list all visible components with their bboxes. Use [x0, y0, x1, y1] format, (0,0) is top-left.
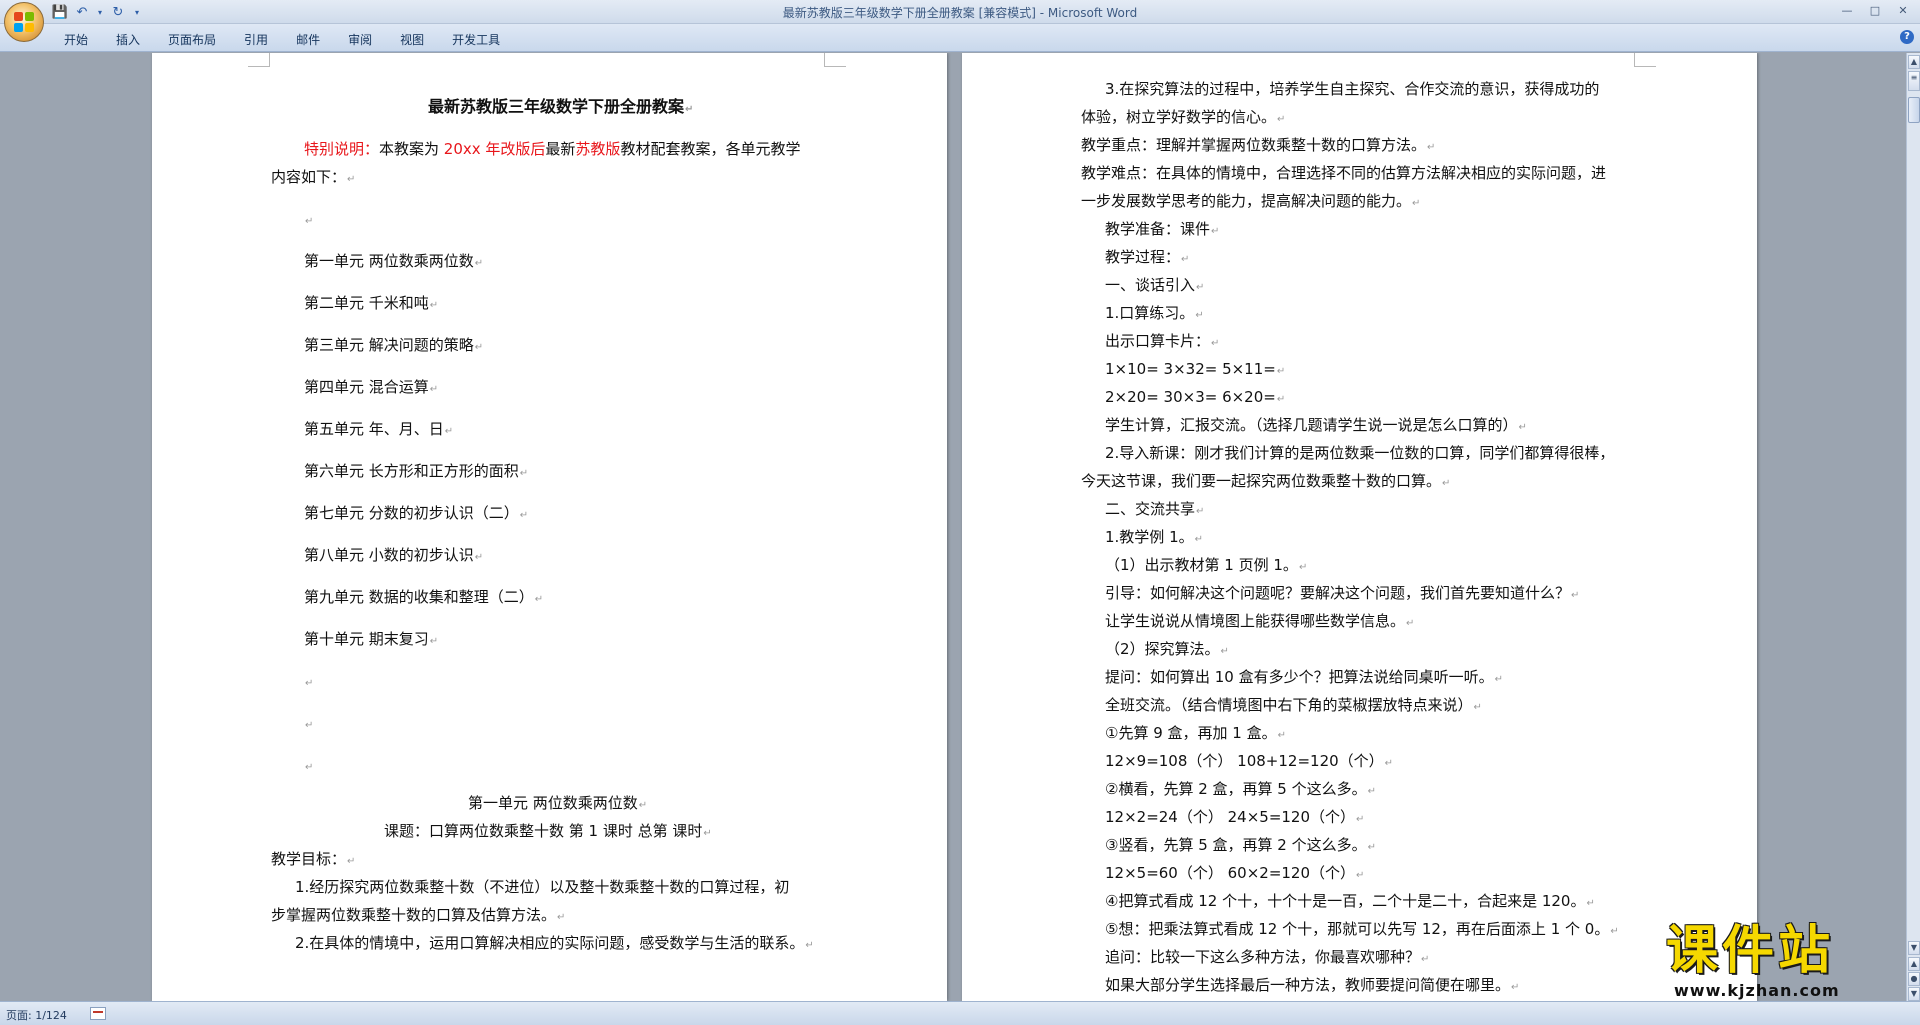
crop-mark — [824, 53, 846, 67]
prev-page-icon[interactable]: ▲ — [1908, 957, 1920, 971]
unit-list-item: 第三单元 解决问题的策略↵ — [304, 336, 484, 354]
ruler-toggle-icon[interactable]: ≡ — [1908, 71, 1920, 91]
select-browse-object-icon[interactable]: ● — [1908, 972, 1920, 986]
text-line: 提问：如何算出 10 盒有多少个？把算法说给同桌听一听。↵ — [1105, 668, 1504, 686]
text-line: 引导：如何解决这个问题呢？要解决这个问题，我们首先要知道什么？↵ — [1105, 584, 1580, 602]
lesson-title: 课题：口算两位数乘整十数 第 1 课时 总第 课时↵ — [384, 822, 712, 840]
empty-paragraph: ↵ — [305, 762, 314, 773]
minimize-icon[interactable]: — — [1834, 1, 1860, 19]
ribbon-tabs: 开始 插入 页面布局 引用 邮件 审阅 视图 开发工具 — [50, 28, 514, 51]
text-line: 今天这节课，我们要一起探究两位数乘整十数的口算。↵ — [1081, 472, 1451, 490]
page-1[interactable]: 最新苏教版三年级数学下册全册教案↵ 特别说明：本教案为 20xx 年改版后最新苏… — [152, 53, 947, 1001]
office-logo-icon — [14, 12, 34, 32]
text-line: 教学准备：课件↵ — [1105, 220, 1220, 238]
watermark-logo: 课件站 www.kjzhan.com — [1666, 923, 1906, 1003]
text-line: 二、交流共享↵ — [1105, 500, 1205, 518]
text-line: 体验，树立学好数学的信心。↵ — [1081, 108, 1286, 126]
tab-review[interactable]: 审阅 — [334, 28, 386, 51]
tab-view[interactable]: 视图 — [386, 28, 438, 51]
unit-list-item: 第八单元 小数的初步认识↵ — [304, 546, 484, 564]
text-line: （2）探究算法。↵ — [1105, 640, 1229, 658]
text-line: ③竖看，先算 5 盒，再算 2 个这么多。↵ — [1105, 836, 1376, 854]
proofing-icon[interactable] — [90, 1007, 106, 1020]
text-line: 全班交流。（结合情境图中右下角的菜椒摆放特点来说）↵ — [1105, 696, 1482, 714]
tab-page-layout[interactable]: 页面布局 — [154, 28, 230, 51]
text-line: 学生计算，汇报交流。（选择几题请学生说一说是怎么口算的）↵ — [1105, 416, 1527, 434]
tab-developer[interactable]: 开发工具 — [438, 28, 514, 51]
text-line: 2.导入新课：刚才我们计算的是两位数乘一位数的口算，同学们都算得很棒， — [1105, 444, 1615, 462]
scroll-up-icon[interactable]: ▲ — [1908, 55, 1920, 69]
unit-list-item: 第五单元 年、月、日↵ — [304, 420, 454, 438]
page-2[interactable]: 3.在探究算法的过程中，培养学生自主探究、合作交流的意识，获得成功的 体验，树立… — [962, 53, 1757, 1001]
text-line: 教学过程：↵ — [1105, 248, 1190, 266]
vertical-scrollbar[interactable]: ▲ ≡ ▼ ▲ ● ▼ — [1906, 53, 1920, 1001]
watermark-url: www.kjzhan.com — [1674, 981, 1840, 1000]
text-line: 一步发展数学思考的能力，提高解决问题的能力。↵ — [1081, 192, 1421, 210]
crop-mark — [1634, 53, 1656, 67]
unit-list-item: 第四单元 混合运算↵ — [304, 378, 439, 396]
text-line: 让学生说说从情境图上能获得哪些数学信息。↵ — [1105, 612, 1415, 630]
text-line: 教学重点：理解并掌握两位数乘整十数的口算方法。↵ — [1081, 136, 1436, 154]
text-line: ⑤想：把乘法算式看成 12 个十，那就可以先写 12，再在后面添上 1 个 0。… — [1105, 920, 1619, 938]
empty-paragraph: ↵ — [305, 678, 314, 689]
text-line: 1.教学例 1。↵ — [1105, 528, 1204, 546]
document-title: 最新苏教版三年级数学下册全册教案↵ — [428, 97, 694, 116]
maximize-icon[interactable]: □ — [1862, 1, 1888, 19]
page-count[interactable]: 页面: 1/124 — [6, 1007, 67, 1023]
ribbon-tab-strip: 开始 插入 页面布局 引用 邮件 审阅 视图 开发工具 ? — [0, 24, 1920, 52]
close-icon[interactable]: ✕ — [1890, 1, 1916, 19]
goal-2: 2.在具体的情境中，运用口算解决相应的实际问题，感受数学与生活的联系。↵ — [295, 934, 814, 952]
document-workspace[interactable]: 最新苏教版三年级数学下册全册教案↵ 特别说明：本教案为 20xx 年改版后最新苏… — [0, 53, 1906, 1001]
special-note-line1: 特别说明：本教案为 20xx 年改版后最新苏教版教材配套教案，各单元教学 — [304, 140, 801, 158]
tab-references[interactable]: 引用 — [230, 28, 282, 51]
scroll-thumb[interactable] — [1908, 97, 1920, 123]
text-line: 教学难点：在具体的情境中，合理选择不同的估算方法解决相应的实际问题，进 — [1081, 164, 1607, 182]
text-line: （1）出示教材第 1 页例 1。↵ — [1105, 556, 1308, 574]
office-button[interactable] — [4, 2, 44, 42]
text-line: 出示口算卡片：↵ — [1105, 332, 1220, 350]
text-line: 2×20= 30×3= 6×20=↵ — [1105, 388, 1286, 406]
unit-list-item: 第二单元 千米和吨↵ — [304, 294, 439, 312]
section-title: 第一单元 两位数乘两位数↵ — [468, 794, 648, 812]
empty-paragraph: ↵ — [305, 216, 314, 227]
special-note-line2: 内容如下：↵ — [271, 168, 356, 186]
tab-mailings[interactable]: 邮件 — [282, 28, 334, 51]
unit-list-item: 第七单元 分数的初步认识（二）↵ — [304, 504, 529, 522]
crop-mark — [248, 53, 270, 67]
window-controls: — □ ✕ — [1834, 1, 1916, 19]
goals-label: 教学目标：↵ — [271, 850, 356, 868]
tab-home[interactable]: 开始 — [50, 28, 102, 51]
text-line: 12×9=108（个） 108+12=120（个）↵ — [1105, 752, 1394, 770]
text-line: ④把算式看成 12 个十，十个十是一百，二个十是二十，合起来是 120。↵ — [1105, 892, 1595, 910]
watermark-text: 课件站 — [1666, 921, 1835, 981]
app-name: - Microsoft Word — [1035, 6, 1138, 20]
status-bar: 页面: 1/124 — [0, 1001, 1920, 1025]
text-line: 12×5=60（个） 60×2=120（个）↵ — [1105, 864, 1365, 882]
goal-1-line2: 步掌握两位数乘整十数的口算及估算方法。↵ — [271, 906, 566, 924]
text-line: 一、谈话引入↵ — [1105, 276, 1205, 294]
text-line: ②横看，先算 2 盒，再算 5 个这么多。↵ — [1105, 780, 1376, 798]
text-line: 1×10= 3×32= 5×11=↵ — [1105, 360, 1286, 378]
text-line: 如果大部分学生选择最后一种方法，教师要提问简便在哪里。↵ — [1105, 976, 1520, 994]
unit-list-item: 第一单元 两位数乘两位数↵ — [304, 252, 484, 270]
scroll-down-icon[interactable]: ▼ — [1908, 941, 1920, 955]
text-line: ①先算 9 盒，再加 1 盒。↵ — [1105, 724, 1286, 742]
unit-list-item: 第六单元 长方形和正方形的面积↵ — [304, 462, 529, 480]
text-line: 1.口算练习。↵ — [1105, 304, 1204, 322]
next-page-icon[interactable]: ▼ — [1908, 987, 1920, 1001]
tab-insert[interactable]: 插入 — [102, 28, 154, 51]
title-bar: 💾 ↶ ▾ ↻ ▾ 最新苏教版三年级数学下册全册教案 [兼容模式] - Micr… — [0, 0, 1920, 42]
goal-1-line1: 1.经历探究两位数乘整十数（不进位）以及整十数乘整十数的口算过程，初 — [295, 878, 790, 896]
text-line: 3.在探究算法的过程中，培养学生自主探究、合作交流的意识，获得成功的 — [1105, 80, 1600, 98]
unit-list-item: 第九单元 数据的收集和整理（二）↵ — [304, 588, 544, 606]
text-line: 追问：比较一下这么多种方法，你最喜欢哪种？↵ — [1105, 948, 1430, 966]
window-title: 最新苏教版三年级数学下册全册教案 [兼容模式] - Microsoft Word — [0, 4, 1920, 21]
help-icon[interactable]: ? — [1900, 30, 1914, 44]
document-title: 最新苏教版三年级数学下册全册教案 [兼容模式] — [782, 6, 1036, 20]
text-line: 12×2=24（个） 24×5=120（个）↵ — [1105, 808, 1365, 826]
unit-list-item: 第十单元 期末复习↵ — [304, 630, 439, 648]
empty-paragraph: ↵ — [305, 720, 314, 731]
